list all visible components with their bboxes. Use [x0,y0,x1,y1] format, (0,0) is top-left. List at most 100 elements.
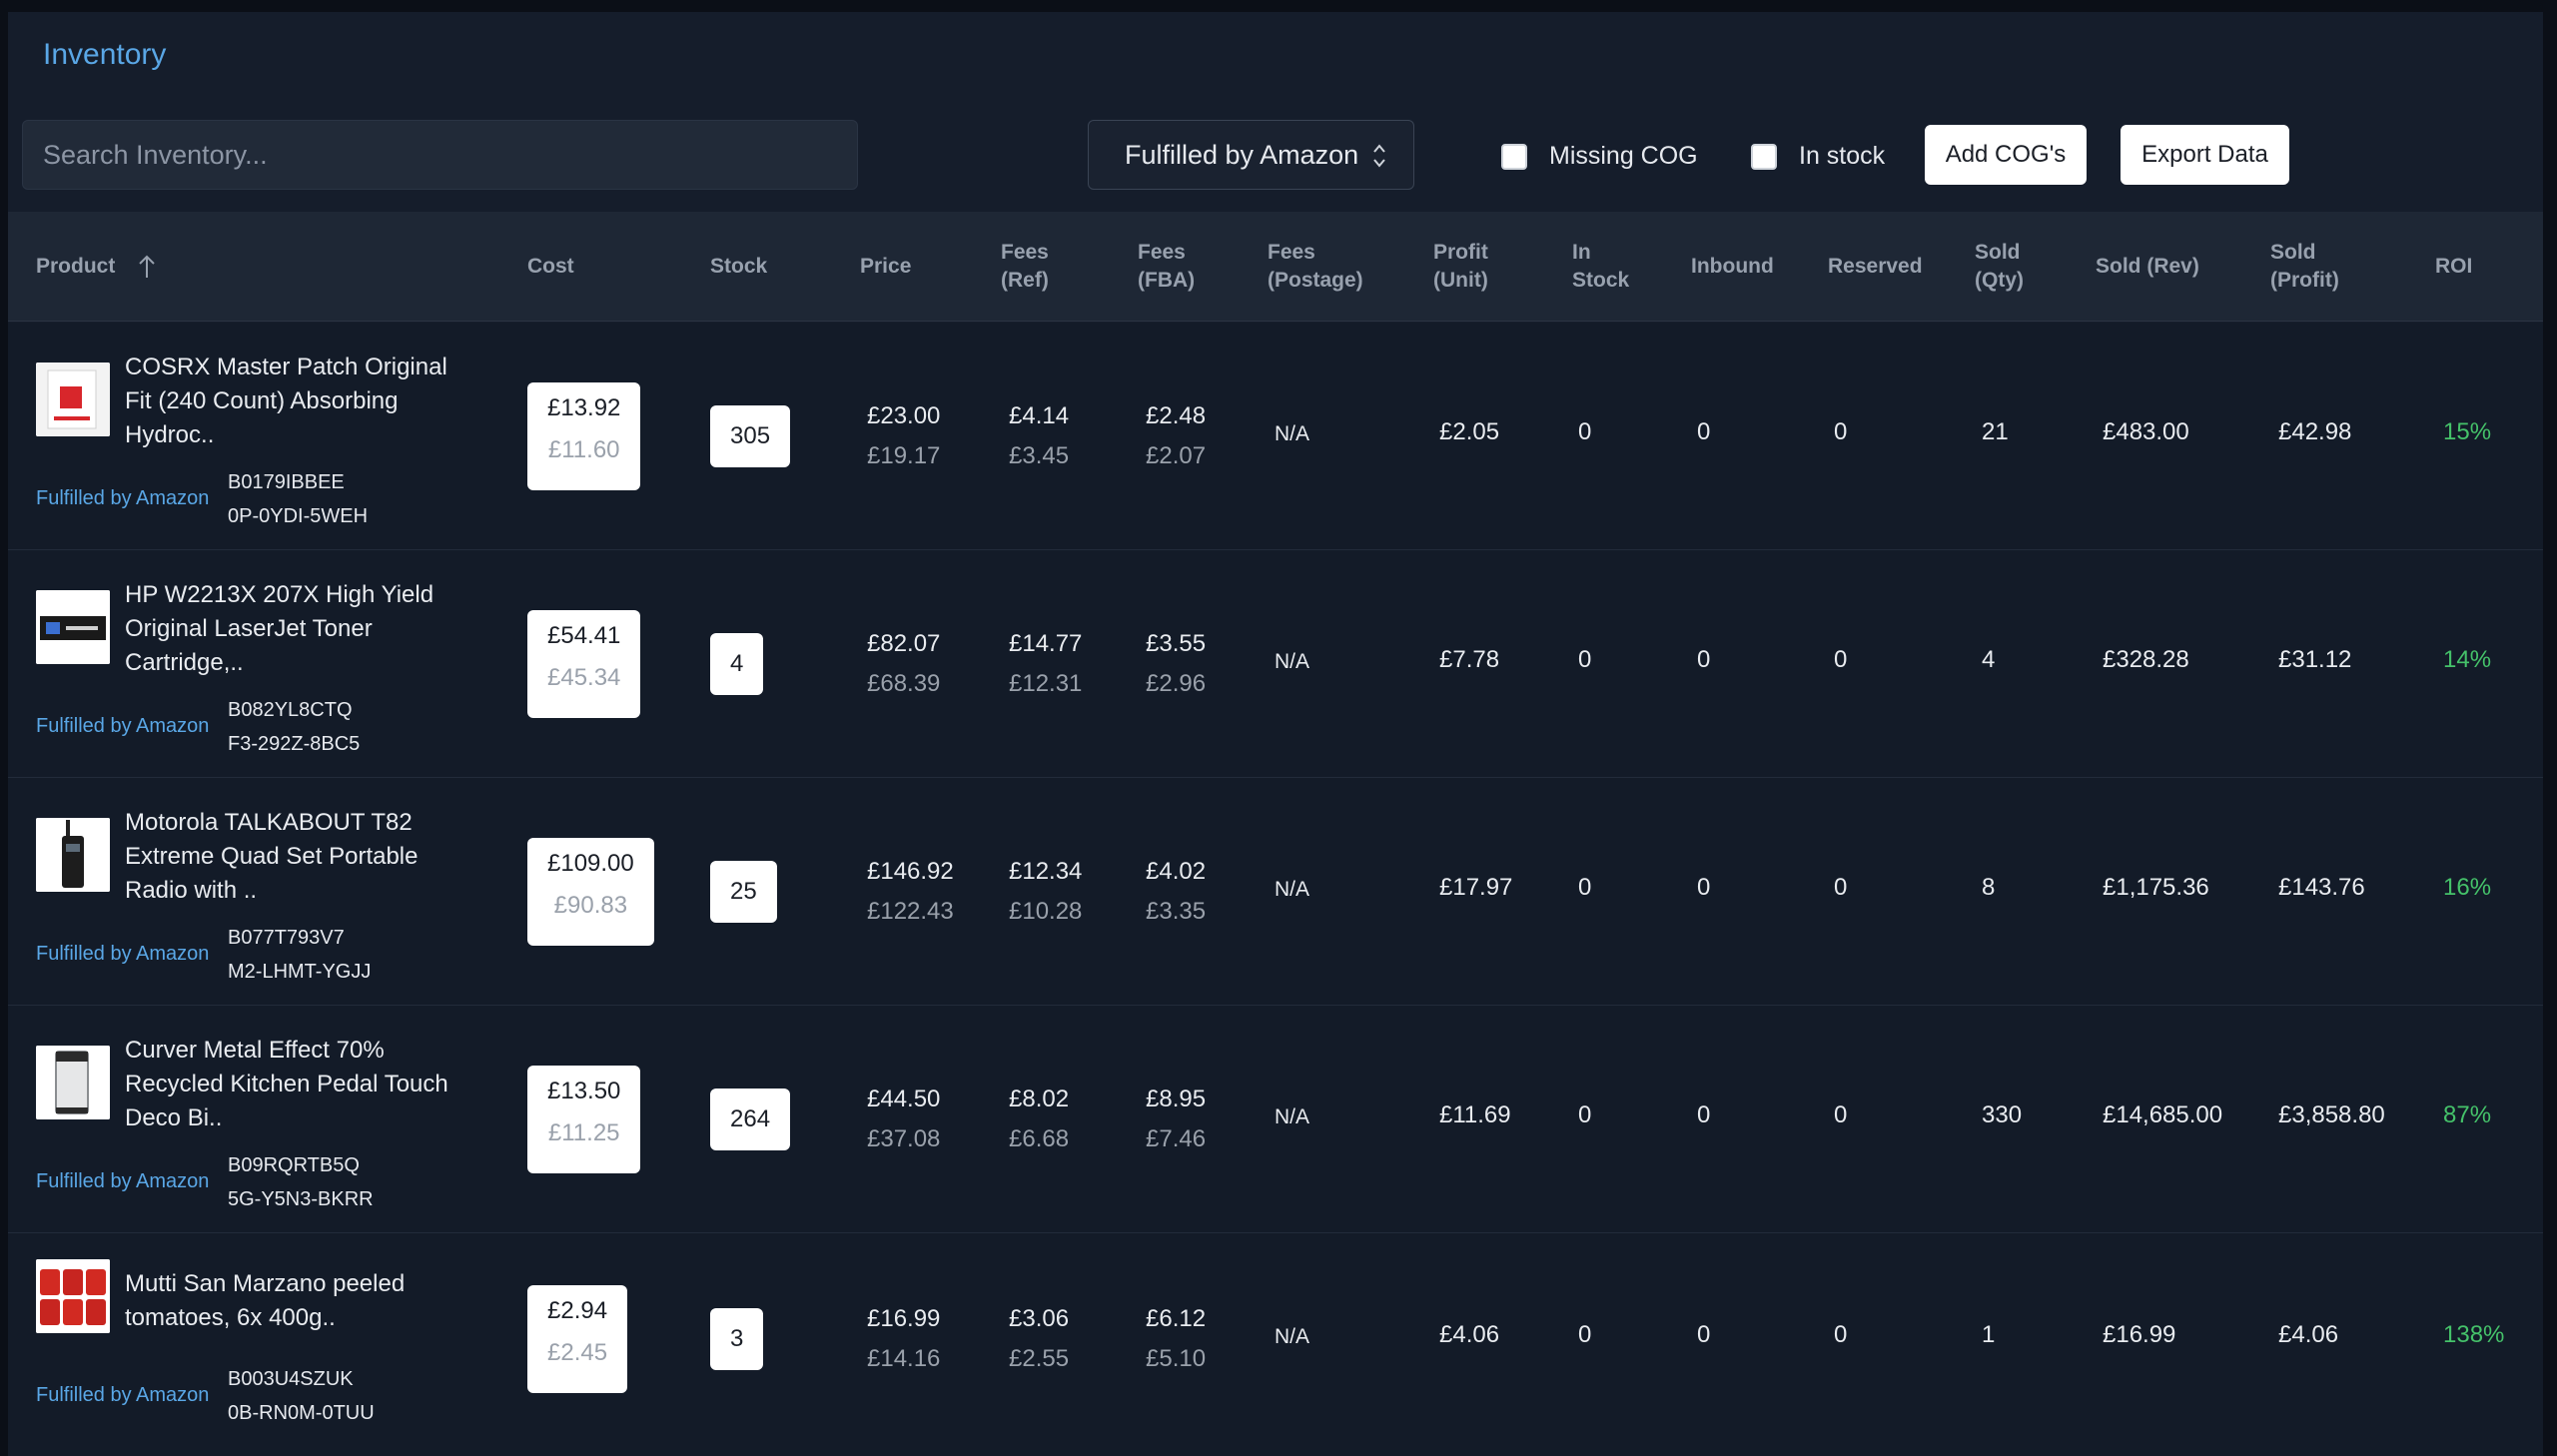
product-thumbnail[interactable] [36,363,110,436]
sold-qty-label-1: Sold [1975,241,2021,264]
asin: B082YL8CTQ [228,699,353,721]
product-name[interactable]: Mutti San Marzano peeled tomatoes, 6x 40… [125,1267,464,1335]
product-identifiers: B0179IBBEE 0P-0YDI-5WEH [228,465,368,533]
cost-value: £2.94 [547,1297,608,1324]
inbound-cell: 0 [1697,1101,1711,1128]
sold-qty-cell: 4 [1982,646,1996,673]
in-stock-cell: 0 [1578,874,1592,901]
product-name[interactable]: HP W2213X 207X High Yield Original Laser… [125,578,464,680]
export-data-button[interactable]: Export Data [2121,125,2289,185]
column-header-roi[interactable]: ROI [2435,212,2472,322]
fulfillment-link[interactable]: Fulfilled by Amazon [36,943,209,966]
column-header-in-stock[interactable]: In Stock [1572,212,1629,322]
product-thumbnail[interactable] [36,1259,110,1333]
add-cogs-button[interactable]: Add COG's [1925,125,2087,185]
column-header-sold-profit[interactable]: Sold (Profit) [2270,212,2339,322]
roi-cell: 87% [2443,1101,2492,1128]
sold-profit-cell: £3,858.80 [2278,1101,2385,1128]
profit-unit-label-1: Profit [1433,241,1488,264]
table-row[interactable]: HP W2213X 207X High Yield Original Laser… [8,550,2543,778]
search-input[interactable] [22,120,858,190]
cost-input[interactable]: £13.92 £11.60 [527,382,641,490]
sold-qty-label-2: (Qty) [1975,269,2024,292]
cost-input[interactable]: £2.94 £2.45 [527,1285,628,1393]
column-header-fees-ref[interactable]: Fees (Ref) [1001,212,1049,322]
table-row[interactable]: Motorola TALKABOUT T82 Extreme Quad Set … [8,778,2543,1006]
bin-image [36,1046,110,1119]
fulfillment-link[interactable]: Fulfilled by Amazon [36,715,209,738]
sold-rev-cell: £16.99 [2103,1321,2176,1348]
column-header-fees-postage[interactable]: Fees (Postage) [1268,212,1363,322]
column-header-stock[interactable]: Stock [710,212,767,322]
reserved-cell: 0 [1834,1101,1848,1128]
table-row[interactable]: Curver Metal Effect 70% Recycled Kitchen… [8,1006,2543,1233]
column-header-cost[interactable]: Cost [527,212,574,322]
missing-cog-checkbox[interactable]: Missing COG [1501,142,1698,171]
product-thumbnail[interactable] [36,818,110,892]
price-cell: £16.99 £14.16 [867,1305,941,1372]
price-cell: £82.07 £68.39 [867,630,941,697]
asin: B0179IBBEE [228,471,345,493]
column-header-profit-unit[interactable]: Profit (Unit) [1433,212,1488,322]
cost-value: £109.00 [547,850,634,877]
fulfillment-link[interactable]: Fulfilled by Amazon [36,487,209,510]
column-header-sold-rev[interactable]: Sold (Rev) [2096,212,2199,322]
product-thumbnail[interactable] [36,590,110,664]
column-header-sold-qty[interactable]: Sold (Qty) [1975,212,2024,322]
column-header-reserved[interactable]: Reserved [1828,212,1923,322]
roi-cell: 15% [2443,418,2492,445]
in-stock-label: In stock [1799,142,1886,170]
column-header-product[interactable]: Product [36,212,157,322]
sold-profit-label-1: Sold [2270,241,2316,264]
cost-value: £13.50 [547,1078,621,1104]
sort-ascending-icon[interactable] [137,254,157,280]
product-thumbnail[interactable] [36,1046,110,1119]
page-title: Inventory [43,38,167,71]
roi-cell: 16% [2443,874,2492,901]
missing-cog-checkbox-box[interactable] [1501,143,1527,170]
table-row[interactable]: Mutti San Marzano peeled tomatoes, 6x 40… [8,1233,2543,1456]
sku: F3-292Z-8BC5 [228,733,361,755]
cost-value: £54.41 [547,622,621,649]
chevron-updown-icon [1373,144,1385,168]
profit-unit-cell: £11.69 [1439,1101,1511,1128]
sold-rev-cell: £483.00 [2103,418,2189,445]
sku: M2-LHMT-YGJJ [228,961,372,983]
stock-input[interactable]: 3 [710,1308,764,1370]
fees-postage-cell: N/A [1275,1325,1310,1348]
cost-input[interactable]: £13.50 £11.25 [527,1066,641,1173]
stock-input[interactable]: 264 [710,1089,791,1150]
roi-cell: 138% [2443,1321,2505,1348]
sold-qty-cell: 330 [1982,1101,2023,1128]
sold-rev-cell: £328.28 [2103,646,2189,673]
column-header-inbound[interactable]: Inbound [1691,212,1774,322]
fulfillment-filter-select[interactable]: Fulfilled by Amazon [1088,120,1414,190]
product-name[interactable]: COSRX Master Patch Original Fit (240 Cou… [125,351,464,452]
stock-input[interactable]: 25 [710,861,777,923]
in-stock-checkbox[interactable]: In stock [1751,142,1885,171]
stock-input[interactable]: 4 [710,633,764,695]
cost-input[interactable]: £109.00 £90.83 [527,838,654,946]
asin: B09RQRTB5Q [228,1154,360,1176]
inventory-panel: Inventory Fulfilled by Amazon Missing CO… [8,12,2543,1456]
fees-postage-label-2: (Postage) [1268,269,1363,292]
table-header: Product Cost Stock Price Fees (Ref) Fees (… [8,212,2543,322]
asin: B003U4SZUK [228,1368,354,1390]
table-row[interactable]: COSRX Master Patch Original Fit (240 Cou… [8,323,2543,550]
column-product-label: Product [36,255,116,278]
fees-fba-label-2: (FBA) [1138,269,1196,292]
stock-input[interactable]: 305 [710,405,791,467]
product-name[interactable]: Motorola TALKABOUT T82 Extreme Quad Set … [125,806,464,908]
cost-input[interactable]: £54.41 £45.34 [527,610,641,718]
in-stock-checkbox-box[interactable] [1751,143,1777,170]
fulfillment-link[interactable]: Fulfilled by Amazon [36,1384,209,1407]
fees-postage-cell: N/A [1275,422,1310,445]
sold-profit-cell: £42.98 [2278,418,2352,445]
column-header-fees-fba[interactable]: Fees (FBA) [1138,212,1195,322]
column-header-price[interactable]: Price [860,212,911,322]
fulfillment-link[interactable]: Fulfilled by Amazon [36,1170,209,1193]
fees-fba-cell: £4.02 £3.35 [1146,858,1207,925]
product-name[interactable]: Curver Metal Effect 70% Recycled Kitchen… [125,1034,464,1135]
tomato-cans-image [36,1259,110,1333]
fees-ref-cell: £8.02 £6.68 [1009,1086,1070,1152]
